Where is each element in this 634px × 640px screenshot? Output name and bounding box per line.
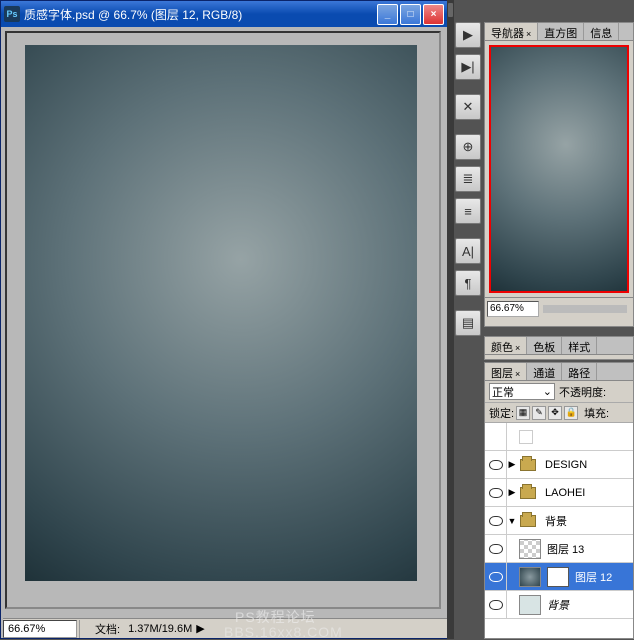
lock-pixels-icon[interactable]: ✎ [532,406,546,420]
disclosure-triangle-icon[interactable]: ▼ [507,516,517,526]
dock-handle-icon[interactable] [448,3,453,17]
visibility-toggle[interactable] [485,479,507,506]
tool-panel[interactable]: ▤ [455,310,481,336]
canvas-area[interactable] [5,31,441,609]
canvas-content[interactable] [25,45,417,581]
visibility-toggle[interactable] [485,423,507,450]
tab-histogram[interactable]: 直方图 [538,23,584,40]
layer-name[interactable]: 背景 [545,597,631,613]
tool-palette: ▶ ▶| ✕ ⊕ ≣ ≡ A| ¶ ▤ [455,22,483,336]
disclosure-triangle-icon[interactable]: ▶ [507,459,517,470]
layer-row[interactable] [485,423,633,451]
doc-label: 文档: [91,621,124,637]
window-title: 质感字体.psd @ 66.7% (图层 12, RGB/8) [24,6,375,23]
tab-navigator[interactable]: 导航器× [485,23,538,40]
dock-bar[interactable] [447,0,454,639]
color-panel: 颜色× 色板 样式 [484,336,634,360]
app-icon: Ps [4,6,20,22]
navigator-panel: 导航器× 直方图 信息 [484,22,634,327]
lock-transparency-icon[interactable]: ▦ [516,406,530,420]
layer-list: ▶ DESIGN ▶ LAOHEI ▼ 背景 图层 13 图层 12 [485,423,633,638]
folder-icon [517,483,539,503]
maximize-button[interactable]: □ [400,4,421,25]
lock-label: 锁定: [489,405,514,421]
layer-name[interactable]: DESIGN [543,459,631,471]
tab-close-icon[interactable]: × [526,29,531,39]
layer-row[interactable]: ▶ LAOHEI [485,479,633,507]
titlebar[interactable]: Ps 质感字体.psd @ 66.7% (图层 12, RGB/8) _ □ × [1,1,447,27]
layer-thumb [519,595,541,615]
blend-row: 正常⌄ 不透明度: [485,381,633,403]
blend-mode-select[interactable]: 正常⌄ [489,383,555,400]
layer-row[interactable]: 背景 [485,591,633,619]
status-divider [79,620,89,638]
navigator-preview[interactable] [489,45,629,293]
layer-row[interactable]: 图层 13 [485,535,633,563]
visibility-toggle[interactable] [485,451,507,478]
close-icon: × [431,9,437,20]
tab-layers[interactable]: 图层× [485,363,527,380]
tab-color[interactable]: 颜色× [485,337,527,354]
lock-position-icon[interactable]: ✥ [548,406,562,420]
tab-info[interactable]: 信息 [584,23,619,40]
chevron-down-icon: ⌄ [543,385,552,398]
document-window: Ps 质感字体.psd @ 66.7% (图层 12, RGB/8) _ □ ×… [0,0,448,639]
tool-step[interactable]: ▶| [455,54,481,80]
tool-play[interactable]: ▶ [455,22,481,48]
lock-all-icon[interactable]: 🔒 [564,406,578,420]
disclosure-triangle-icon[interactable]: ▶ [507,487,517,498]
status-caret-icon[interactable]: ▶ [196,622,204,635]
color-tabs: 颜色× 色板 样式 [485,337,633,355]
tab-paths[interactable]: 路径 [562,363,597,380]
zoom-input[interactable] [3,620,77,638]
fill-label: 填充: [584,405,609,421]
status-bar: 文档: 1.37M/19.6M ▶ [3,618,447,638]
visibility-toggle[interactable] [485,591,507,618]
tool-type[interactable]: A| [455,238,481,264]
layer-row[interactable]: 图层 12 [485,563,633,591]
layer-thumb [519,539,541,559]
layer-name[interactable]: 图层 12 [573,569,631,585]
tool-list2[interactable]: ≡ [455,198,481,224]
tab-close-icon[interactable]: × [515,343,520,353]
tab-close-icon[interactable]: × [515,369,520,379]
tab-swatches[interactable]: 色板 [527,337,562,354]
layer-name[interactable]: 背景 [543,513,631,529]
navigator-zoom-input[interactable] [487,301,539,317]
minimize-icon: _ [385,9,391,20]
layers-tabs: 图层× 通道 路径 [485,363,633,381]
layer-mask-thumb[interactable] [547,567,569,587]
close-button[interactable]: × [423,4,444,25]
layer-row[interactable]: ▶ DESIGN [485,451,633,479]
navigator-zoom-slider[interactable] [543,305,627,313]
maximize-icon: □ [407,9,413,20]
tool-anchor[interactable]: ⊕ [455,134,481,160]
tool-list1[interactable]: ≣ [455,166,481,192]
layers-panel: 图层× 通道 路径 正常⌄ 不透明度: 锁定: ▦ ✎ ✥ 🔒 填充: ▶ DE… [484,362,634,639]
layer-thumb [519,567,541,587]
layer-row[interactable]: ▼ 背景 [485,507,633,535]
layer-name[interactable]: 图层 13 [545,541,631,557]
visibility-toggle[interactable] [485,535,507,562]
tool-cross[interactable]: ✕ [455,94,481,120]
tab-styles[interactable]: 样式 [562,337,597,354]
doc-size: 1.37M/19.6M [124,623,196,635]
visibility-toggle[interactable] [485,507,507,534]
opacity-label: 不透明度: [559,384,606,400]
tool-paragraph[interactable]: ¶ [455,270,481,296]
navigator-footer [485,297,633,319]
visibility-toggle[interactable] [485,563,507,590]
tab-channels[interactable]: 通道 [527,363,562,380]
layer-name[interactable]: LAOHEI [543,487,631,499]
minimize-button[interactable]: _ [377,4,398,25]
folder-icon [517,511,539,531]
folder-icon [517,455,539,475]
navigator-tabs: 导航器× 直方图 信息 [485,23,633,41]
lock-row: 锁定: ▦ ✎ ✥ 🔒 填充: [485,403,633,423]
layer-thumb [519,430,533,444]
